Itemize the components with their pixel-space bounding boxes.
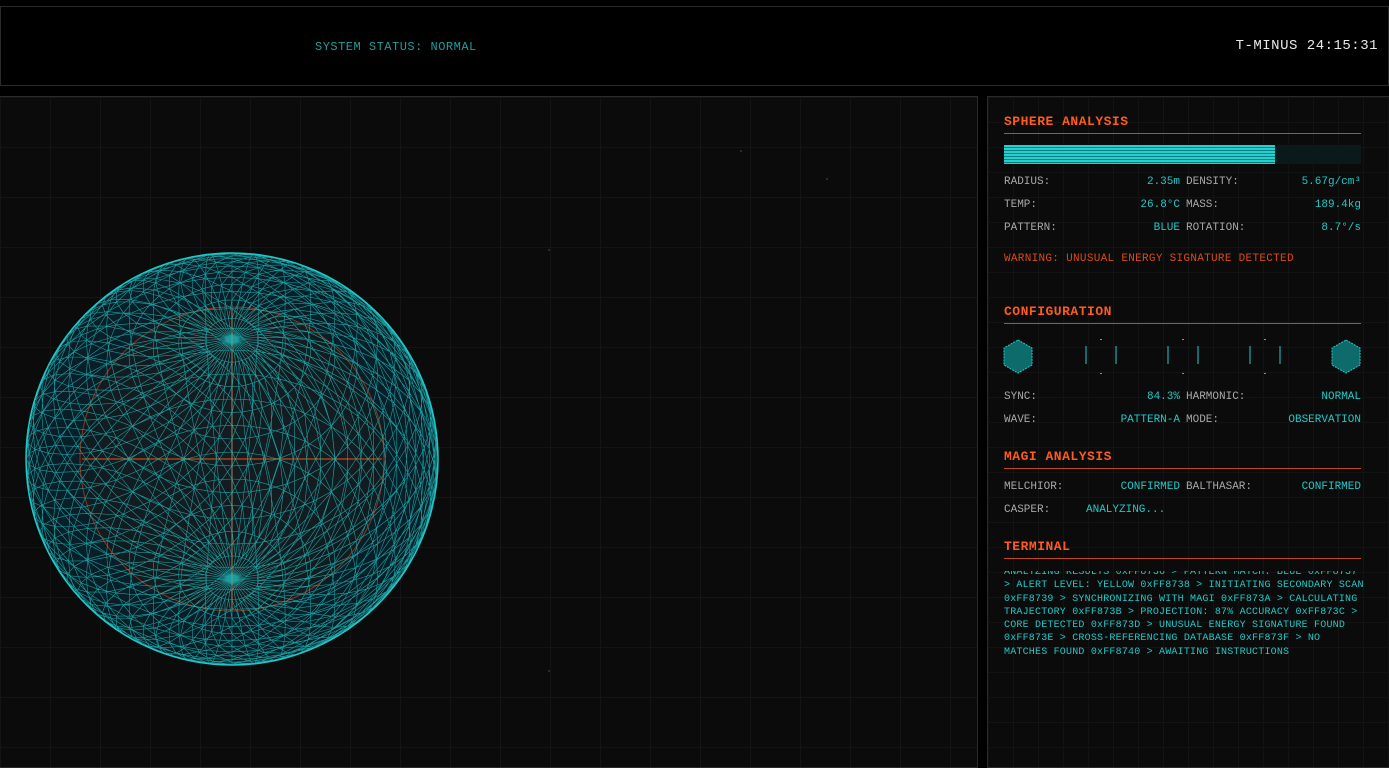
density-label: DENSITY:	[1186, 176, 1239, 188]
mass-label: MASS:	[1186, 199, 1220, 211]
wireframe-sphere[interactable]	[0, 97, 977, 767]
sphere-viewport[interactable]	[0, 96, 978, 768]
sphere-analysis-title: SPHERE ANALYSIS	[1004, 114, 1361, 134]
rotation-value: 8.7°/s	[1321, 222, 1361, 234]
wave-label: WAVE:	[1004, 414, 1038, 426]
mass-value: 189.4kg	[1314, 199, 1361, 211]
hexagon-right-icon	[1331, 339, 1361, 374]
terminal-log[interactable]: ANALYZING RESULTS 0xFF8736 > PATTERN MAT…	[1004, 571, 1364, 686]
melchior-label: MELCHIOR:	[1004, 481, 1064, 493]
rotation-label: ROTATION:	[1186, 222, 1246, 234]
configuration-diagram	[1003, 339, 1361, 374]
hexagon-left-icon	[1003, 339, 1033, 374]
pattern-label: PATTERN:	[1004, 222, 1057, 234]
energy-warning: WARNING: UNUSUAL ENERGY SIGNATURE DETECT…	[1004, 253, 1294, 265]
top-bar: SYSTEM STATUS: NORMAL T-MINUS 24:15:31	[0, 6, 1389, 86]
terminal-log-text: ANALYZING RESULTS 0xFF8736 > PATTERN MAT…	[1004, 571, 1364, 658]
mode-label: MODE:	[1186, 414, 1220, 426]
system-status: SYSTEM STATUS: NORMAL	[315, 40, 477, 54]
casper-label: CASPER:	[1004, 504, 1051, 516]
balthasar-label: BALTHASAR:	[1186, 481, 1253, 493]
configuration-title: CONFIGURATION	[1004, 304, 1361, 324]
wave-value: PATTERN-A	[1120, 414, 1180, 426]
analysis-progress-bar	[1004, 145, 1361, 164]
radius-value: 2.35m	[1146, 176, 1180, 188]
casper-value: ANALYZING...	[1086, 504, 1166, 516]
density-value: 5.67g/cm³	[1301, 176, 1361, 188]
radius-label: RADIUS:	[1004, 176, 1051, 188]
melchior-value: CONFIRMED	[1120, 481, 1180, 493]
pattern-value: BLUE	[1153, 222, 1180, 234]
sync-value: 84.3%	[1146, 391, 1180, 403]
harmonic-label: HARMONIC:	[1186, 391, 1246, 403]
temp-label: TEMP:	[1004, 199, 1038, 211]
analysis-panel: SPHERE ANALYSIS RADIUS: 2.35m DENSITY: 5…	[987, 96, 1389, 768]
terminal-title: TERMINAL	[1004, 539, 1361, 559]
analysis-progress-fill	[1004, 145, 1276, 164]
temp-value: 26.8°C	[1140, 199, 1180, 211]
mode-value: OBSERVATION	[1288, 414, 1361, 426]
magi-analysis-title: MAGI ANALYSIS	[1004, 449, 1361, 469]
harmonic-value: NORMAL	[1321, 391, 1361, 403]
sync-label: SYNC:	[1004, 391, 1038, 403]
countdown-timer: T-MINUS 24:15:31	[1235, 38, 1378, 54]
balthasar-value: CONFIRMED	[1301, 481, 1361, 493]
